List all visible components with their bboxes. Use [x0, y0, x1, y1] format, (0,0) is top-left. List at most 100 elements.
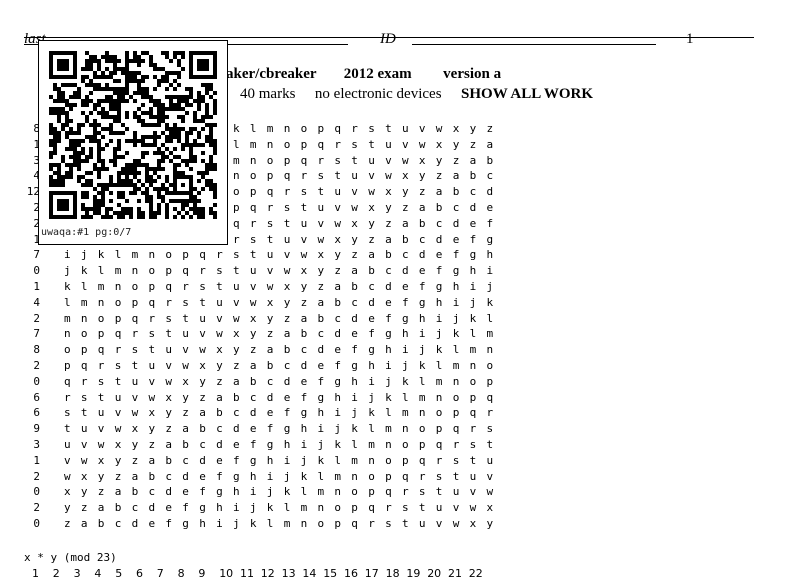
cipher-letter: i: [418, 327, 426, 341]
qr-module: [137, 199, 141, 203]
qr-module: [173, 103, 177, 107]
qr-module: [81, 123, 85, 127]
row-number: 0: [33, 517, 40, 530]
qr-module: [65, 123, 69, 127]
qr-module: [153, 143, 157, 147]
cipher-letter: n: [486, 343, 494, 357]
cipher-letter: v: [469, 485, 477, 499]
cipher-letter: e: [452, 232, 460, 246]
cipher-letter: u: [469, 469, 477, 483]
cipher-letter: v: [435, 517, 443, 530]
cipher-letter: x: [452, 122, 460, 135]
qr-module: [97, 139, 101, 143]
cipher-letter: b: [402, 232, 409, 246]
qr-module: [85, 99, 89, 103]
cipher-letter: h: [233, 485, 240, 499]
qr-module: [153, 123, 157, 127]
cipher-letter: r: [452, 438, 460, 451]
qr-module: [125, 163, 129, 167]
qr-module: [213, 103, 217, 107]
qr-module: [117, 67, 121, 71]
cipher-letter: v: [351, 185, 358, 199]
qr-module: [105, 59, 109, 63]
qr-finder: [57, 59, 69, 71]
cipher-letter: r: [486, 406, 494, 420]
cipher-letter: x: [114, 438, 122, 451]
qr-module: [169, 131, 173, 135]
cipher-letter: e: [300, 374, 308, 388]
cipher-letter: q: [300, 153, 308, 167]
cipher-letter: n: [402, 422, 409, 436]
cipher-letter: r: [402, 485, 409, 499]
cipher-letter: e: [351, 327, 358, 341]
cipher-letter: v: [165, 359, 173, 372]
qr-module: [205, 167, 209, 171]
qr-module: [165, 55, 169, 59]
qr-module: [125, 75, 129, 79]
cipher-letter: g: [199, 501, 206, 515]
qr-module: [193, 139, 197, 143]
qr-module: [113, 99, 117, 103]
cipher-letter: k: [97, 248, 105, 262]
cipher-letter: z: [165, 422, 173, 436]
cipher-letter: b: [97, 517, 105, 530]
qr-module: [105, 95, 109, 99]
qr-module: [177, 59, 181, 63]
row-number: 9: [33, 422, 40, 436]
cipher-letter: l: [351, 438, 358, 451]
cipher-letter: f: [182, 501, 189, 515]
qr-module: [69, 103, 73, 107]
qr-module: [61, 123, 65, 127]
cipher-letter: y: [216, 359, 223, 372]
cipher-letter: b: [351, 280, 358, 293]
cipher-letter: p: [114, 311, 122, 325]
cipher-letter: o: [80, 327, 88, 341]
qr-module: [73, 139, 77, 143]
qr-module: [85, 83, 89, 87]
cipher-letter: t: [334, 169, 342, 183]
qr-module: [117, 179, 121, 183]
qr-module: [77, 179, 81, 183]
cipher-letter: g: [283, 422, 291, 436]
qr-module: [157, 79, 161, 83]
qr-module: [149, 215, 153, 219]
qr-module: [161, 119, 165, 123]
qr-module: [169, 127, 173, 131]
cipher-letter: e: [469, 216, 477, 230]
cipher-letter: s: [114, 359, 122, 372]
cipher-letter: t: [351, 153, 358, 167]
cipher-letter: d: [266, 390, 274, 404]
qr-module: [213, 151, 217, 155]
cipher-letter: u: [216, 295, 223, 309]
qr-module: [153, 87, 157, 91]
qr-module: [101, 87, 105, 91]
qr-module: [101, 115, 105, 119]
cipher-letter: b: [283, 343, 291, 357]
cipher-letter: t: [165, 327, 173, 341]
cipher-letter: u: [165, 343, 173, 357]
qr-module: [113, 151, 117, 155]
cipher-letter: g: [368, 343, 375, 357]
qr-module: [141, 143, 145, 147]
qr-module: [137, 119, 141, 123]
cipher-letter: o: [148, 264, 156, 278]
cipher-row: 8 opqrstuvwxyzabcdefghijklmn: [0, 343, 794, 359]
cipher-letter: o: [266, 153, 274, 167]
qr-module: [209, 115, 213, 119]
qr-module: [177, 199, 181, 203]
qr-module: [177, 131, 181, 135]
qr-module: [205, 83, 209, 87]
qr-module: [161, 103, 165, 107]
qr-module: [57, 115, 61, 119]
cipher-letter: a: [249, 359, 257, 372]
qr-module: [161, 67, 165, 71]
qr-module: [149, 175, 153, 179]
qr-module: [85, 171, 89, 175]
cipher-letter: r: [182, 280, 189, 293]
cipher-letter: p: [368, 485, 375, 499]
cipher-letter: v: [334, 201, 342, 214]
qr-module: [89, 111, 93, 115]
qr-module: [205, 87, 209, 91]
mod-header-cell: 18: [385, 567, 400, 580]
qr-module: [181, 143, 185, 147]
